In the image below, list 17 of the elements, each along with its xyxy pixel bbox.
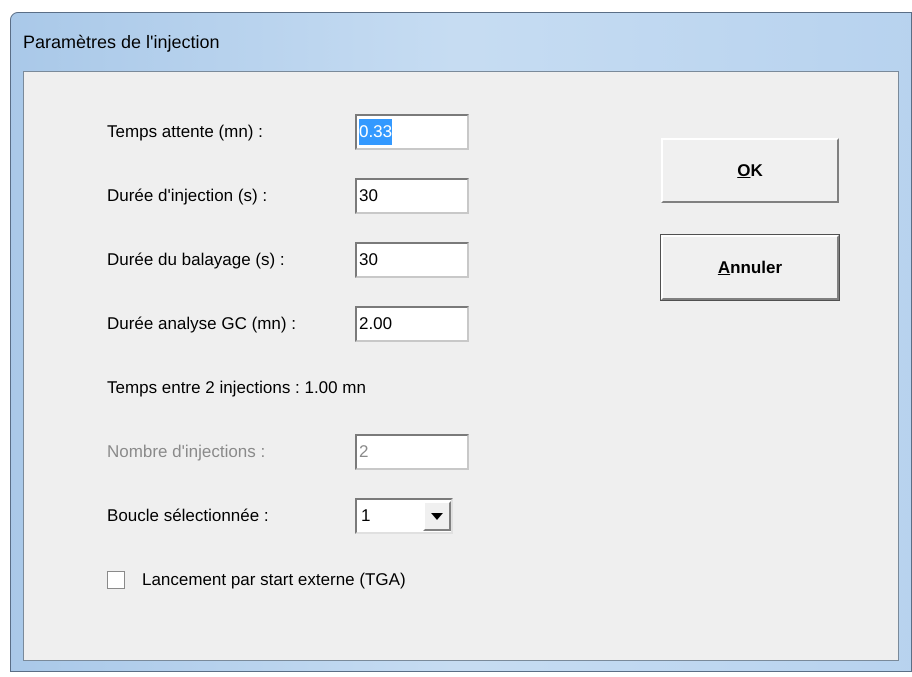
dropdown[interactable]: 1 [355, 498, 453, 534]
field-label: Nombre d'injections : [107, 441, 266, 464]
caret-icon[interactable] [423, 501, 451, 531]
input-field[interactable]: 30 [355, 242, 469, 278]
checkbox[interactable] [107, 571, 125, 589]
window-title: Paramètres de l'injection [23, 30, 220, 54]
dialog-button[interactable]: Annuler [661, 235, 839, 300]
checkbox-label: Lancement par start externe (TGA) [142, 569, 406, 592]
field-label: Durée analyse GC (mn) : [107, 313, 297, 336]
dialog-button[interactable]: OK [661, 138, 839, 203]
field-label: Boucle sélectionnée : [107, 505, 270, 528]
info-text: Temps entre 2 injections : 1.00 mn [107, 377, 366, 400]
field-label: Durée d'injection (s) : [107, 185, 268, 208]
input-field[interactable]: 30 [355, 178, 469, 214]
field-label: Durée du balayage (s) : [107, 249, 286, 272]
field-label: Temps attente (mn) : [107, 121, 264, 144]
input-field[interactable]: 2.00 [355, 306, 469, 342]
